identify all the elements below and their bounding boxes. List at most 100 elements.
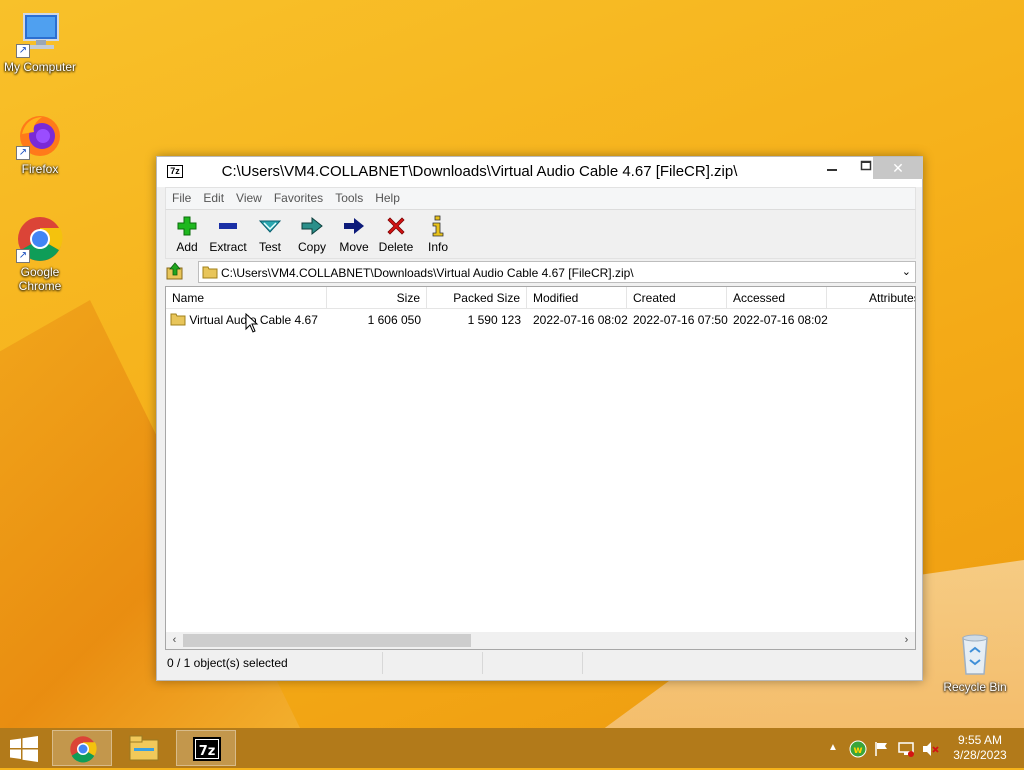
extract-label: Extract — [209, 240, 247, 254]
delete-icon — [387, 217, 405, 235]
copy-label: Copy — [297, 240, 326, 254]
desktop-icon-recycle-bin[interactable]: Recycle Bin — [935, 630, 1015, 694]
desktop-icon-firefox[interactable]: ↗ Firefox — [0, 112, 80, 176]
menu-tools[interactable]: Tools — [329, 188, 369, 208]
title-bar[interactable]: 7z C:\Users\VM4.COLLABNET\Downloads\Virt… — [157, 157, 923, 187]
chevron-up-icon: ▲ — [828, 742, 838, 753]
shortcut-arrow-icon: ↗ — [16, 146, 30, 160]
extract-button[interactable]: Extract — [207, 214, 249, 258]
address-bar: C:\Users\VM4.COLLABNET\Downloads\Virtual… — [165, 261, 916, 283]
start-button[interactable] — [10, 736, 38, 765]
column-header-size[interactable]: Size — [327, 287, 427, 309]
chrome-icon — [70, 736, 97, 763]
action-center-button[interactable] — [873, 728, 891, 768]
file-size: 1 606 050 — [367, 313, 421, 327]
taskbar-7zip[interactable]: 7z — [176, 730, 236, 766]
status-cell — [583, 652, 683, 674]
windows-logo-icon — [10, 736, 38, 762]
column-header-created[interactable]: Created — [627, 287, 727, 309]
column-header-name[interactable]: Name — [166, 287, 327, 309]
delete-button[interactable]: Delete — [375, 214, 417, 258]
address-path: C:\Users\VM4.COLLABNET\Downloads\Virtual… — [221, 266, 634, 280]
file-list[interactable]: Name Size Packed Size Modified Created A… — [165, 286, 916, 650]
table-row[interactable]: Virtual Audio Cable 4.67 1 606 050 1 590… — [166, 309, 915, 331]
network-icon — [898, 742, 914, 757]
address-combobox[interactable]: C:\Users\VM4.COLLABNET\Downloads\Virtual… — [198, 261, 916, 283]
info-label: Info — [427, 240, 448, 254]
shortcut-arrow-icon: ↗ — [16, 44, 30, 58]
close-icon: ✕ — [892, 160, 904, 176]
menu-help[interactable]: Help — [369, 188, 406, 208]
file-modified: 2022-07-16 08:02 — [533, 313, 628, 327]
menu-view[interactable]: View — [230, 188, 268, 208]
chrome-icon: ↗ — [16, 215, 64, 263]
delete-label: Delete — [378, 240, 414, 254]
scroll-right-icon[interactable]: › — [898, 632, 915, 649]
volume-muted-icon — [923, 742, 939, 756]
column-header-attributes[interactable]: Attributes — [827, 287, 915, 309]
file-accessed: 2022-07-16 08:02 — [733, 313, 828, 327]
taskbar-file-explorer[interactable] — [114, 730, 174, 766]
close-button[interactable]: ✕ — [873, 157, 923, 179]
extract-icon — [219, 223, 237, 229]
taskbar-chrome[interactable] — [52, 730, 112, 766]
column-header-modified[interactable]: Modified — [527, 287, 627, 309]
minimize-button[interactable] — [815, 157, 849, 179]
desktop-icon-label: My Computer — [3, 60, 77, 74]
folder-icon — [170, 313, 186, 326]
status-selection: 0 / 1 object(s) selected — [165, 652, 383, 674]
clock-date: 3/28/2023 — [953, 748, 1007, 762]
info-icon — [432, 215, 444, 237]
test-button[interactable]: Test — [249, 214, 291, 258]
up-folder-button[interactable] — [165, 261, 189, 283]
window-title: C:\Users\VM4.COLLABNET\Downloads\Virtual… — [221, 163, 738, 180]
mouse-cursor-icon — [245, 313, 259, 333]
menu-file[interactable]: File — [166, 188, 197, 208]
toolbar: Add Extract Test Copy Move Delete Info — [165, 209, 916, 259]
volume-button[interactable] — [921, 728, 939, 768]
copy-button[interactable]: Copy — [291, 214, 333, 258]
horizontal-scrollbar[interactable]: ‹ › — [166, 632, 915, 649]
chevron-down-icon[interactable]: ⌄ — [902, 265, 911, 278]
network-button[interactable] — [897, 728, 915, 768]
move-button[interactable]: Move — [333, 214, 375, 258]
desktop-icon-label: Firefox — [21, 162, 59, 176]
file-attributes: D — [909, 309, 915, 331]
desktop-icon-my-computer[interactable]: ↗ My Computer — [0, 10, 80, 74]
desktop-icon-google-chrome[interactable]: ↗ Google Chrome — [0, 215, 80, 293]
show-hidden-icons-button[interactable]: ▲ — [828, 728, 838, 768]
add-label: Add — [176, 240, 198, 254]
status-cell — [483, 652, 583, 674]
scroll-left-icon[interactable]: ‹ — [166, 632, 183, 649]
scroll-thumb[interactable] — [183, 634, 471, 647]
maximize-icon — [860, 160, 872, 171]
add-icon — [177, 216, 197, 236]
menu-bar: File Edit View Favorites Tools Help — [165, 187, 916, 209]
test-icon — [258, 220, 282, 233]
menu-favorites[interactable]: Favorites — [268, 188, 329, 208]
7zip-icon: 7z — [193, 737, 221, 761]
minimize-icon — [827, 169, 837, 171]
copy-icon — [301, 216, 323, 236]
computer-icon: ↗ — [16, 10, 64, 58]
menu-edit[interactable]: Edit — [197, 188, 230, 208]
file-explorer-icon — [129, 735, 159, 761]
flag-icon — [875, 742, 887, 756]
info-button[interactable]: Info — [417, 214, 459, 258]
7zip-file-manager-window[interactable]: 7z C:\Users\VM4.COLLABNET\Downloads\Virt… — [156, 156, 923, 681]
firefox-icon: ↗ — [16, 112, 64, 160]
recycle-bin-icon — [951, 630, 999, 678]
file-packed-size: 1 590 123 — [467, 313, 521, 327]
desktop-icon-label: Google Chrome — [18, 265, 62, 293]
move-label: Move — [339, 240, 369, 254]
column-header-accessed[interactable]: Accessed — [727, 287, 827, 309]
column-header-packed-size[interactable]: Packed Size — [427, 287, 527, 309]
test-label: Test — [258, 240, 281, 254]
move-icon — [344, 218, 364, 234]
tray-app-icon[interactable]: w — [849, 728, 867, 768]
add-button[interactable]: Add — [166, 214, 208, 258]
taskbar-clock[interactable]: 9:55 AM 3/28/2023 — [944, 733, 1016, 763]
svg-text:w: w — [853, 745, 862, 756]
shortcut-arrow-icon: ↗ — [16, 249, 30, 263]
green-circle-icon: w — [849, 740, 867, 758]
